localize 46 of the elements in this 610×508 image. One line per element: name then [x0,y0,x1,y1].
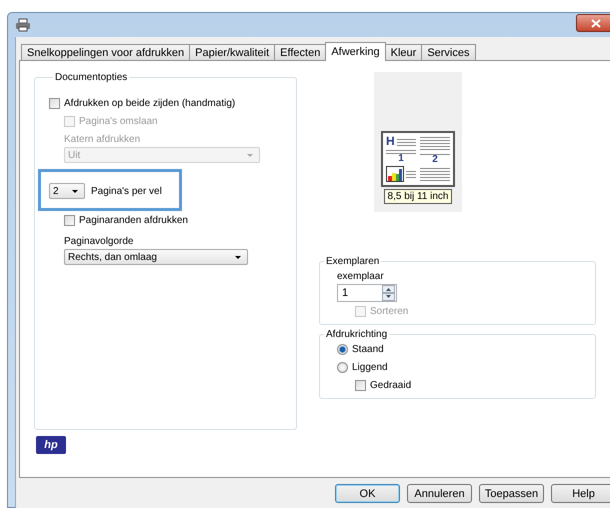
spinner-arrows-icon[interactable] [382,285,395,301]
dropdown[interactable]: Rechts, dan omlaag [64,249,248,265]
dialog-button[interactable]: Toepassen [479,484,544,503]
dropdown-label: Pagina's per vel [91,186,162,196]
radio-button[interactable] [337,362,348,372]
page-number: 2 [420,154,450,164]
dialog-button[interactable]: Help [551,484,610,503]
checkbox-label: Pagina's omslaan [79,116,158,126]
checkbox-label: Afdrukken op beide zijden (handmatig) [64,98,236,108]
radio-label: Liggend [352,362,388,372]
text-lines [406,170,416,178]
dropdown[interactable]: 2 [49,183,85,199]
printer-icon [15,18,31,32]
page-number: 1 [386,153,416,164]
checkbox-label: Gedraaid [370,380,412,390]
logo: hp [36,436,66,454]
group-title: Afdrukrichting [325,329,388,340]
checkbox[interactable] [355,380,366,390]
checkbox-label: Sorteren [370,306,408,316]
close-button[interactable] [576,14,610,32]
group-title: Documentopties [54,72,128,83]
radio-button[interactable] [337,344,348,354]
bar-chart-icon [386,166,404,182]
field-label: Katern afdrukken [64,133,142,147]
tab[interactable]: Snelkoppelingen voor afdrukken [21,44,190,60]
checkbox[interactable] [49,98,60,108]
tab[interactable]: Afwerking [325,42,386,61]
dialog-button[interactable]: Annuleren [407,484,472,503]
close-icon[interactable] [591,18,601,28]
text-lines [420,166,450,182]
number-field[interactable]: 1 [337,284,397,302]
tab[interactable]: Services [421,44,476,60]
paper-size-label: 8,5 bij 11 inch [384,189,452,204]
header-letter: H [386,136,395,147]
tab[interactable]: Kleur [384,44,422,60]
group-title: Exemplaren [325,256,380,267]
tab[interactable]: Effecten [274,44,326,60]
text-lines [386,149,416,151]
checkbox[interactable] [64,214,75,226]
dialog-button[interactable]: OK [335,484,400,503]
field-label: exemplaar [337,270,385,284]
field-label: Paginavolgorde [64,235,134,249]
radio-label: Staand [352,344,384,354]
tab[interactable]: Papier/kwaliteit [189,44,276,60]
checkbox-label: Paginaranden afdrukken [79,214,188,226]
text-lines [420,136,450,152]
